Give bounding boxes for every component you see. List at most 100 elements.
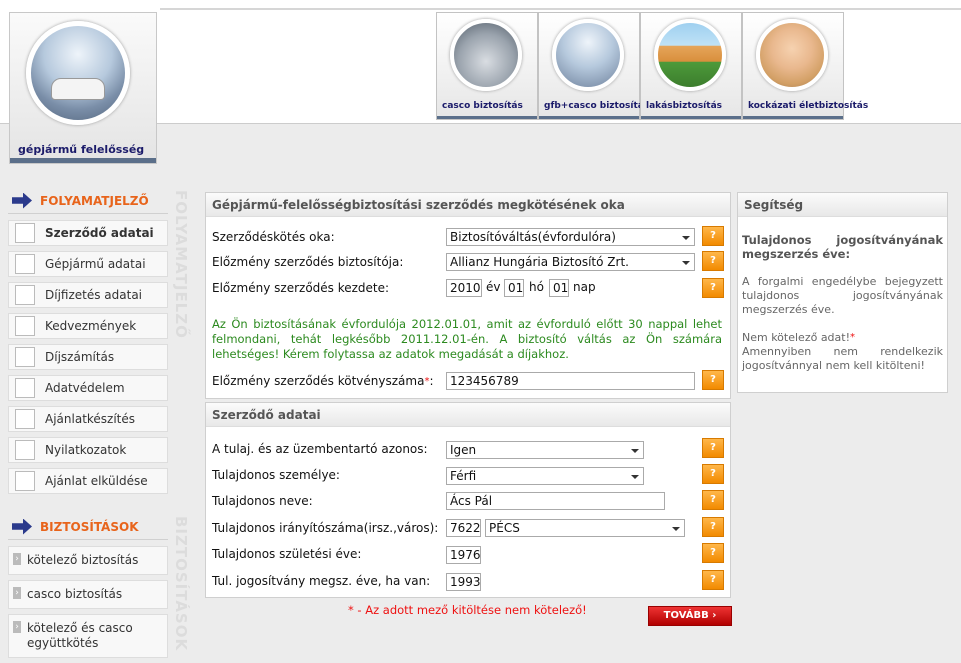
help-button[interactable]: ? — [702, 278, 724, 298]
help-button[interactable]: ? — [702, 464, 724, 484]
product-label: gfb+casco biztosítás — [544, 101, 650, 111]
chevron-down-icon — [682, 236, 690, 240]
year-input[interactable]: 2010 — [446, 279, 482, 297]
step-label: Ajánlat elküldése — [45, 474, 148, 488]
reason-panel: Gépjármű-felelősségbiztosítási szerződés… — [205, 192, 731, 399]
step-checkbox — [15, 409, 35, 429]
step-offer[interactable]: Ajánlatkészítés — [8, 406, 168, 432]
required-star: * — [850, 332, 856, 343]
help-button[interactable]: ? — [702, 370, 724, 390]
owner-name-label: Tulajdonos neve: — [212, 494, 313, 508]
step-checkbox — [15, 378, 35, 398]
help-no-license: Amennyiben nem rendelkezik jogosítvánnya… — [742, 345, 943, 372]
same-owner-select[interactable]: Igen — [446, 441, 644, 459]
owner-person-value: Férfi — [450, 469, 477, 483]
step-discounts[interactable]: Kedvezmények — [8, 313, 168, 339]
sidebar: FOLYAMATJELZŐ Szerződő adatai Gépjármű a… — [8, 188, 168, 663]
owner-person-select[interactable]: Férfi — [446, 467, 644, 485]
crashed-car-icon — [450, 19, 522, 91]
arrow-right-icon — [12, 518, 32, 535]
help-optional: Nem kötelező adat! — [742, 331, 851, 344]
birth-year-label: Tulajdonos születési éve: — [212, 547, 362, 561]
zip-input[interactable]: 7622 — [446, 519, 481, 537]
month-input[interactable]: 01 — [504, 279, 524, 297]
help-button[interactable]: ? — [702, 438, 724, 458]
step-label: Nyilatkozatok — [45, 443, 127, 457]
insurance-title: BIZTOSÍTÁSOK — [40, 519, 139, 534]
help-button[interactable]: ? — [702, 570, 724, 590]
license-year-input[interactable]: 1993 — [446, 573, 481, 591]
help-button[interactable]: ? — [702, 517, 724, 537]
help-button[interactable]: ? — [702, 251, 724, 271]
city-select[interactable]: PÉCS — [485, 519, 685, 537]
owner-name-input[interactable]: Ács Pál — [446, 492, 665, 510]
birth-year-input[interactable]: 1976 — [446, 546, 481, 564]
product-home[interactable]: lakásbiztosítás — [640, 12, 742, 120]
insurance-link-casco[interactable]: › casco biztosítás — [8, 580, 168, 609]
insurance-link-mandatory[interactable]: › kötelező biztosítás — [8, 546, 168, 575]
start-label: Előzmény szerződés kezdete: — [212, 281, 390, 295]
product-gfb-casco[interactable]: gfb+casco biztosítás — [538, 12, 649, 120]
vertical-progress-text: FOLYAMATJELZŐ — [172, 190, 190, 339]
product-casco[interactable]: casco biztosítás — [436, 12, 538, 120]
same-owner-value: Igen — [450, 443, 477, 457]
optional-note: * - Az adott mező kitöltése nem kötelező… — [348, 603, 587, 617]
main-product-tile[interactable]: gépjármű felelősség — [9, 12, 157, 164]
day-unit: nap — [573, 280, 596, 294]
eligibility-notice: Az Ön biztosításának évfordulója 2012.01… — [212, 317, 722, 361]
vertical-insurance-text: BIZTOSÍTÁSOK — [172, 516, 190, 652]
step-declarations[interactable]: Nyilatkozatok — [8, 437, 168, 463]
chevron-down-icon — [631, 475, 639, 479]
step-label: Díjfizetés adatai — [45, 288, 143, 302]
license-year-label: Tul. jogosítvány megsz. éve, ha van: — [212, 574, 431, 588]
step-calculation[interactable]: Díjszámítás — [8, 344, 168, 370]
next-button[interactable]: TOVÁBB › — [648, 606, 732, 626]
step-privacy[interactable]: Adatvédelem — [8, 375, 168, 401]
prev-insurer-select[interactable]: Allianz Hungária Biztosító Zrt. — [446, 253, 695, 271]
step-vehicle[interactable]: Gépjármű adatai — [8, 251, 168, 277]
policy-label: Előzmény szerződés kötvényszáma — [212, 374, 425, 388]
insurance-label: kötelező biztosítás — [27, 553, 139, 567]
step-checkbox — [15, 471, 35, 491]
reason-value: Biztosítóváltás(évfordulóra) — [450, 230, 616, 244]
same-owner-label: A tulaj. és az üzembentartó azonos: — [212, 442, 428, 456]
policy-label-row: Előzmény szerződés kötvényszáma *: — [212, 370, 433, 392]
step-payment[interactable]: Díjfizetés adatai — [8, 282, 168, 308]
step-checkbox — [15, 285, 35, 305]
car-road-icon — [552, 19, 624, 91]
help-text: A forgalmi engedélybe bejegyzett tulajdo… — [742, 275, 943, 316]
contractor-panel-title: Szerződő adatai — [206, 403, 730, 427]
step-label: Adatvédelem — [45, 381, 125, 395]
policy-number-input[interactable]: 123456789 — [446, 372, 695, 390]
step-contractor[interactable]: Szerződő adatai — [8, 220, 168, 246]
car-image-icon — [26, 21, 130, 125]
reason-panel-title: Gépjármű-felelősségbiztosítási szerződés… — [206, 193, 730, 217]
help-button[interactable]: ? — [702, 226, 724, 246]
help-button[interactable]: ? — [702, 543, 724, 563]
step-send[interactable]: Ajánlat elküldése — [8, 468, 168, 494]
step-checkbox — [15, 223, 35, 243]
month-unit: hó — [529, 280, 544, 294]
insurance-label: kötelező és casco együttkötés — [27, 621, 133, 650]
help-heading: Tulajdonos jogosítványának megszerzés év… — [742, 233, 943, 261]
prev-insurer-value: Allianz Hungária Biztosító Zrt. — [450, 255, 629, 269]
help-title: Segítség — [738, 193, 947, 217]
city-value: PÉCS — [489, 521, 520, 535]
chevron-down-icon — [672, 527, 680, 531]
reason-select[interactable]: Biztosítóváltás(évfordulóra) — [446, 228, 695, 246]
reason-label: Szerződéskötés oka: — [212, 230, 335, 244]
help-button[interactable]: ? — [702, 490, 724, 510]
insurance-link-combined[interactable]: › kötelező és casco együttkötés — [8, 614, 168, 658]
family-icon — [756, 19, 828, 91]
step-label: Kedvezmények — [45, 319, 137, 333]
chevron-right-icon: › — [13, 553, 21, 565]
step-checkbox — [15, 440, 35, 460]
step-label: Ajánlatkészítés — [45, 412, 136, 426]
house-icon — [654, 19, 726, 91]
product-life[interactable]: kockázati életbiztosítás — [742, 12, 868, 120]
main-product-label: gépjármű felelősség — [18, 143, 145, 156]
help-optional-row: Nem kötelező adat!* — [742, 331, 943, 345]
day-input[interactable]: 01 — [549, 279, 569, 297]
zip-label: Tulajdonos irányítószáma(irsz.,város): — [212, 521, 439, 535]
product-label: lakásbiztosítás — [646, 101, 722, 111]
